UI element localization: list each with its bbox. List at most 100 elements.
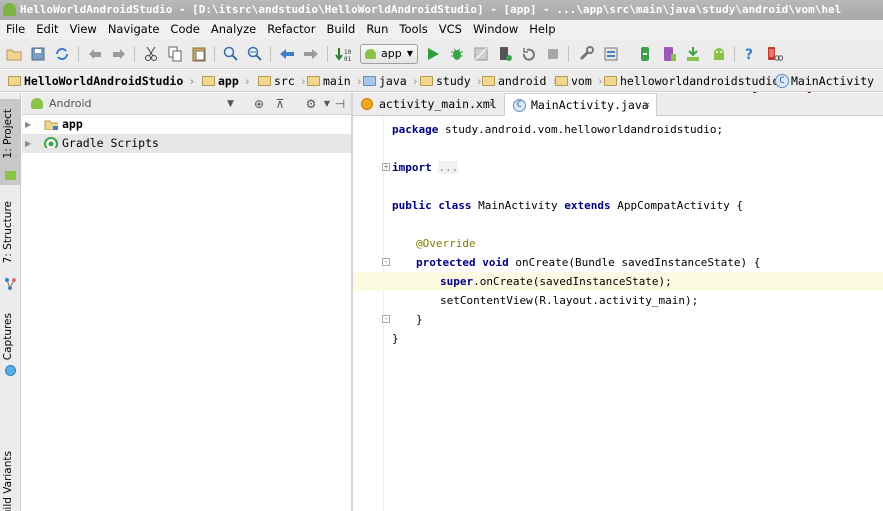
make-project-icon[interactable]: 10 01 (334, 45, 352, 63)
sdk-manager-icon[interactable] (684, 45, 702, 63)
close-icon[interactable]: × (489, 93, 495, 116)
tab-project[interactable]: 1: Project (0, 99, 21, 185)
undo-icon[interactable] (86, 45, 104, 63)
captures-tool-icon (5, 365, 16, 376)
project-view-select[interactable]: Android (49, 93, 92, 115)
breadcrumb-study[interactable]: study › (418, 70, 483, 91)
menu-analyze[interactable]: Analyze (205, 20, 261, 39)
menu-run[interactable]: Run (360, 20, 393, 39)
project-structure-icon[interactable] (578, 45, 596, 63)
debug-icon[interactable] (448, 45, 466, 63)
android-device-monitor-icon[interactable] (710, 45, 728, 63)
module-folder-icon (202, 76, 215, 86)
cut-icon[interactable] (142, 45, 160, 63)
collapse-all-icon[interactable]: ⊼ (272, 96, 288, 112)
tree-item-app[interactable]: ▶ app (22, 115, 351, 134)
stop-icon[interactable] (544, 45, 562, 63)
menu-refactor[interactable]: Refactor (261, 20, 320, 39)
scroll-from-source-icon[interactable]: ⊕ (251, 96, 267, 112)
expand-arrow-icon[interactable]: ▶ (25, 115, 31, 134)
layout-file-icon (361, 98, 373, 110)
tab-structure[interactable]: 7: Structure (0, 197, 21, 293)
tree-item-gradle-scripts[interactable]: ▶ Gradle Scripts (22, 134, 351, 153)
find-icon[interactable] (222, 45, 240, 63)
project-panel-header: Android ▼ ⊕ ⊼ ⚙ ▼ ⊣ (22, 93, 351, 115)
sync-icon[interactable] (53, 45, 71, 63)
avd-manager-icon[interactable] (660, 45, 678, 63)
menu-tools[interactable]: Tools (393, 20, 432, 39)
menu-edit[interactable]: Edit (30, 20, 63, 39)
replace-icon[interactable] (246, 45, 264, 63)
breadcrumb-mainactivity[interactable]: C MainActivity (773, 70, 882, 91)
breadcrumb-java[interactable]: java › (361, 70, 419, 91)
main-toolbar: 10 01 app ▼ ? (0, 39, 883, 111)
fold-collapse-icon[interactable]: - (382, 258, 390, 266)
code-line: setContentView(R.layout.activity_main); (440, 294, 699, 307)
breadcrumb-android[interactable]: android › (480, 70, 558, 91)
menu-code[interactable]: Code (164, 20, 204, 39)
tab-captures[interactable]: Captures (0, 309, 21, 383)
tab-build-variants[interactable]: Build Variants (0, 447, 21, 511)
copy-icon[interactable] (166, 45, 184, 63)
menu-window[interactable]: Window (467, 20, 523, 39)
run-configuration-select[interactable]: app ▼ (360, 44, 418, 64)
svg-text:01: 01 (344, 56, 351, 62)
back-icon[interactable] (278, 45, 296, 63)
attach-debugger-icon[interactable] (496, 45, 514, 63)
toolbar-separator (270, 46, 271, 62)
breadcrumb-src[interactable]: src › (256, 70, 307, 91)
fold-expand-icon[interactable]: + (382, 163, 390, 171)
save-all-icon[interactable] (29, 45, 47, 63)
chevron-down-icon[interactable]: ▼ (227, 93, 234, 115)
apply-changes-icon[interactable] (520, 45, 538, 63)
menu-help[interactable]: Help (523, 20, 560, 39)
breadcrumb-app[interactable]: app › (200, 70, 251, 91)
tab-mainactivity-java[interactable]: C MainActivity.java × (504, 93, 657, 116)
close-icon[interactable]: × (644, 94, 650, 117)
menu-navigate[interactable]: Navigate (102, 20, 165, 39)
expand-arrow-icon[interactable]: ▶ (25, 134, 31, 153)
gradle-sync-icon[interactable] (636, 45, 654, 63)
folder-icon (307, 76, 320, 86)
paste-icon[interactable] (190, 45, 208, 63)
package-icon (555, 76, 568, 86)
folder-icon (8, 76, 21, 86)
package-icon (482, 76, 495, 86)
help-icon[interactable]: ? (741, 45, 759, 63)
menu-view[interactable]: View (64, 20, 102, 39)
coverage-icon[interactable] (472, 45, 490, 63)
window-title: HelloWorldAndroidStudio - [D:\itsrc\ands… (20, 3, 842, 16)
svg-text:10: 10 (344, 49, 351, 56)
android-studio-icon (3, 3, 16, 16)
breadcrumb-helloworldandroidstudio[interactable]: helloworldandroidstudio › (602, 70, 791, 91)
ddms-device-icon[interactable] (765, 45, 783, 63)
breadcrumb-main[interactable]: main › (305, 70, 363, 91)
breadcrumb-vom[interactable]: vom › (553, 70, 604, 91)
chevron-down-icon: ▼ (406, 49, 413, 58)
tab-activity-main-xml[interactable]: activity_main.xml × (353, 93, 501, 116)
structure-tool-icon (5, 278, 16, 290)
code-line: } (392, 332, 399, 345)
forward-icon[interactable] (302, 45, 320, 63)
breadcrumb-project[interactable]: HelloWorldAndroidStudio › (6, 70, 195, 91)
svg-text:?: ? (745, 47, 753, 62)
code-line: + import ... (382, 161, 459, 174)
source-folder-icon (363, 76, 376, 86)
open-folder-icon[interactable] (5, 45, 23, 63)
settings-icon[interactable] (602, 45, 620, 63)
chevron-right-icon: › (243, 74, 251, 88)
menu-vcs[interactable]: VCS (433, 20, 467, 39)
gear-icon[interactable]: ⚙ (303, 96, 319, 112)
hide-panel-icon[interactable]: ⊣ (332, 96, 348, 112)
menu-file[interactable]: File (0, 20, 30, 39)
redo-icon[interactable] (110, 45, 128, 63)
toolbar-separator (734, 46, 735, 62)
code-editor[interactable]: package study.android.vom.helloworldandr… (353, 117, 883, 511)
menu-build[interactable]: Build (320, 20, 360, 39)
project-tool-icon (5, 171, 16, 180)
run-icon[interactable] (424, 45, 442, 63)
toolbar-separator (134, 46, 135, 62)
package-icon (420, 76, 433, 86)
breadcrumb: HelloWorldAndroidStudio › app › src › ma… (0, 70, 883, 92)
fold-end-icon[interactable]: - (382, 315, 390, 323)
